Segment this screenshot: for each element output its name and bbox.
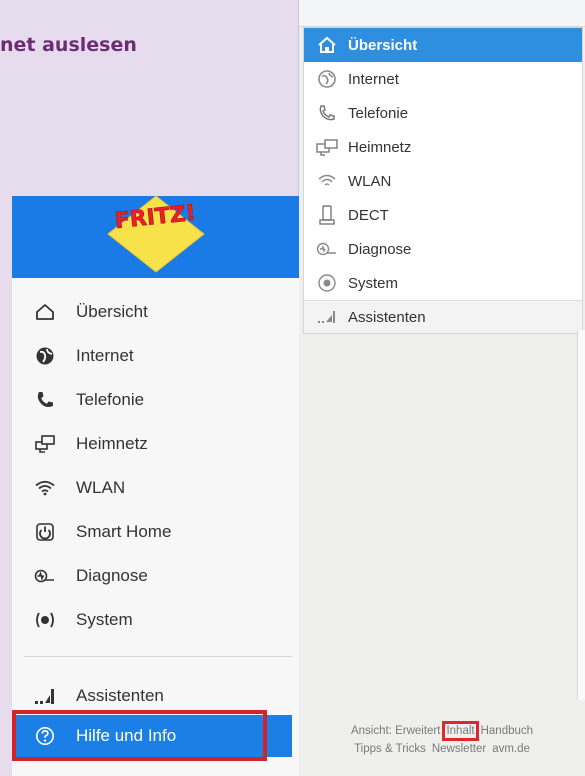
old-nav-label: DECT bbox=[348, 206, 389, 224]
old-nav-label: Heimnetz bbox=[348, 138, 412, 156]
assistant-icon bbox=[34, 685, 56, 707]
footer-link-ansicht[interactable]: Ansicht: Erweitert bbox=[351, 725, 440, 737]
nav-item-hilfe-und-info[interactable]: Hilfe und Info bbox=[12, 715, 292, 757]
nav-item-smart-home[interactable]: Smart Home bbox=[12, 510, 299, 554]
nav-label: Telefonie bbox=[76, 390, 145, 409]
diagnose-icon bbox=[34, 565, 56, 587]
system-icon bbox=[34, 609, 56, 631]
header-bar: FRITZ! bbox=[12, 194, 299, 278]
nav-item-uebersicht[interactable]: Übersicht bbox=[12, 290, 299, 334]
dect-phone-icon bbox=[314, 205, 340, 225]
nav-label: Smart Home bbox=[76, 522, 172, 541]
nav-item-system[interactable]: System bbox=[12, 598, 299, 642]
phone-icon bbox=[34, 389, 56, 411]
nav-label: Internet bbox=[76, 346, 134, 365]
page-heading: net auslesen bbox=[0, 34, 137, 56]
nav-label: Assistenten bbox=[76, 686, 164, 705]
new-ui-screenshot: FRITZ! Übersicht Internet Telefonie Heim… bbox=[12, 194, 299, 776]
nav-item-heimnetz[interactable]: Heimnetz bbox=[12, 422, 299, 466]
footer-link-newsletter[interactable]: Newsletter bbox=[432, 743, 486, 755]
old-nav-item-heimnetz[interactable]: Heimnetz bbox=[304, 130, 582, 164]
help-icon bbox=[34, 725, 56, 747]
footer-link-inhalt[interactable]: Inhalt bbox=[442, 721, 479, 741]
old-nav-item-dect[interactable]: DECT bbox=[304, 198, 582, 232]
old-nav-label: Telefonie bbox=[348, 104, 409, 122]
globe-icon bbox=[314, 69, 340, 89]
old-nav-label: Internet bbox=[348, 70, 399, 88]
nav-item-internet[interactable]: Internet bbox=[12, 334, 299, 378]
nav-item-telefonie[interactable]: Telefonie bbox=[12, 378, 299, 422]
network-icon bbox=[314, 137, 340, 157]
old-nav-label: WLAN bbox=[348, 172, 392, 190]
old-nav-item-wlan[interactable]: WLAN bbox=[304, 164, 582, 198]
network-icon bbox=[34, 433, 56, 455]
nav-label: Hilfe und Info bbox=[76, 726, 177, 745]
nav-label: Übersicht bbox=[76, 302, 148, 321]
old-footer: Ansicht: Erweitert Inhalt Handbuch Tipps… bbox=[303, 721, 581, 761]
nav-item-wlan[interactable]: WLAN bbox=[12, 466, 299, 510]
old-nav-item-internet[interactable]: Internet bbox=[304, 62, 582, 96]
nav-label: WLAN bbox=[76, 478, 126, 497]
fritz-logo[interactable]: FRITZ! bbox=[104, 194, 208, 274]
menu-divider bbox=[24, 656, 292, 657]
footer-link-handbuch[interactable]: Handbuch bbox=[481, 725, 533, 737]
old-nav-label: Diagnose bbox=[348, 240, 412, 258]
old-nav-item-system[interactable]: System bbox=[304, 266, 582, 300]
old-nav-item-assistenten[interactable]: Assistenten bbox=[304, 300, 582, 333]
old-nav-label: System bbox=[348, 274, 399, 292]
wifi-icon bbox=[34, 477, 56, 499]
assistant-icon bbox=[314, 307, 340, 327]
footer-link-tipps[interactable]: Tipps & Tricks bbox=[354, 743, 426, 755]
nav-item-diagnose[interactable]: Diagnose bbox=[12, 554, 299, 598]
phone-icon bbox=[314, 103, 340, 123]
old-nav-label: Übersicht bbox=[348, 36, 418, 54]
nav-label: Diagnose bbox=[76, 566, 148, 585]
old-top-bar bbox=[299, 0, 585, 27]
old-nav-label: Assistenten bbox=[348, 308, 426, 326]
new-nav-menu: Übersicht Internet Telefonie Heimnetz WL… bbox=[12, 278, 299, 642]
system-icon bbox=[314, 273, 340, 293]
wifi-icon bbox=[314, 171, 340, 191]
home-icon bbox=[314, 35, 340, 55]
old-nav-item-telefonie[interactable]: Telefonie bbox=[304, 96, 582, 130]
old-nav-item-diagnose[interactable]: Diagnose bbox=[304, 232, 582, 266]
smart-home-icon bbox=[34, 521, 56, 543]
nav-label: Heimnetz bbox=[76, 434, 148, 453]
diagnose-icon bbox=[314, 239, 340, 259]
footer-link-avm[interactable]: avm.de bbox=[492, 743, 530, 755]
old-nav-item-uebersicht[interactable]: Übersicht bbox=[304, 28, 582, 62]
scrollbar[interactable] bbox=[577, 330, 585, 700]
nav-item-assistenten[interactable]: Assistenten bbox=[12, 674, 299, 718]
old-nav-menu: Übersicht Internet Telefonie Heimnetz WL… bbox=[303, 27, 583, 334]
old-ui-screenshot: Übersicht Internet Telefonie Heimnetz WL… bbox=[298, 0, 585, 776]
home-icon bbox=[34, 301, 56, 323]
nav-label: System bbox=[76, 610, 133, 629]
globe-icon bbox=[34, 345, 56, 367]
